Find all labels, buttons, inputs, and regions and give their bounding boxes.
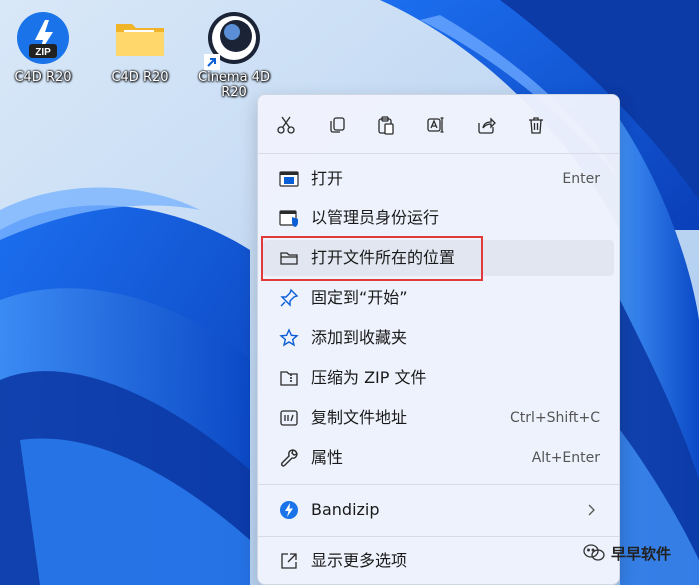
desktop-icon-c4d-folder[interactable]: C4D R20 [100, 10, 180, 85]
menu-item-label: 打开 [311, 169, 344, 188]
menu-item-copy-as-path[interactable]: 复制文件地址 Ctrl+Shift+C [263, 400, 614, 436]
context-menu: 打开 Enter 以管理员身份运行 打开文件所在的位置 固定到“开始” 添加到收… [257, 94, 620, 585]
zip-archive-icon: ZIP [15, 10, 71, 66]
desktop-icon-c4d-zip[interactable]: ZIP C4D R20 [3, 10, 83, 85]
menu-item-label: Bandizip [311, 500, 380, 519]
menu-item-pin-to-start[interactable]: 固定到“开始” [263, 280, 614, 316]
menu-item-shortcut: Ctrl+Shift+C [510, 410, 600, 426]
wrench-icon [280, 449, 298, 467]
star-icon [279, 328, 299, 347]
paste-icon [378, 116, 394, 135]
rename-button[interactable] [420, 109, 452, 141]
desktop-icon-cinema4d[interactable]: Cinema 4D R20 [194, 10, 274, 100]
menu-item-label: 复制文件地址 [311, 408, 408, 427]
share-button[interactable] [470, 109, 502, 141]
paste-button[interactable] [370, 109, 402, 141]
share-icon [478, 117, 496, 134]
cut-button[interactable] [270, 109, 302, 141]
more-options-icon [281, 553, 297, 569]
chevron-right-icon [588, 504, 595, 516]
menu-item-open[interactable]: 打开 Enter [263, 161, 614, 197]
menu-separator [258, 536, 619, 537]
copy-icon [330, 117, 345, 133]
menu-item-label: 添加到收藏夹 [311, 328, 408, 347]
menu-item-add-to-favorites[interactable]: 添加到收藏夹 [263, 320, 614, 356]
desktop-icon-label: C4D R20 [111, 70, 169, 85]
rename-icon [427, 117, 444, 133]
zip-icon [280, 371, 298, 386]
highlight-annotation-box [261, 236, 483, 281]
trash-icon [529, 117, 543, 134]
watermark-text: 早早软件 [611, 544, 672, 563]
menu-item-label: 压缩为 ZIP 文件 [311, 368, 427, 387]
menu-separator [258, 484, 619, 485]
menu-item-bandizip[interactable]: Bandizip [263, 492, 614, 528]
desktop-icon-label: C4D R20 [14, 70, 72, 85]
cut-icon [277, 116, 295, 134]
wechat-icon [583, 544, 605, 561]
shortcut-arrow-icon [204, 54, 220, 70]
svg-text:ZIP: ZIP [35, 47, 51, 58]
folder-icon [112, 10, 168, 66]
pin-icon [280, 288, 299, 307]
menu-item-label: 固定到“开始” [311, 288, 408, 307]
menu-item-label: 以管理员身份运行 [311, 208, 440, 227]
menu-item-shortcut: Alt+Enter [531, 450, 600, 466]
menu-item-show-more-options[interactable]: 显示更多选项 [263, 543, 614, 579]
cinema4d-icon [204, 10, 262, 70]
delete-button[interactable] [520, 109, 552, 141]
open-app-icon [279, 171, 299, 187]
menu-item-properties[interactable]: 属性 Alt+Enter [263, 440, 614, 476]
copy-path-icon [280, 410, 298, 426]
menu-item-label: 显示更多选项 [311, 551, 408, 570]
menu-item-shortcut: Enter [562, 171, 600, 187]
shield-icon [279, 210, 298, 227]
menu-item-compress-zip[interactable]: 压缩为 ZIP 文件 [263, 360, 614, 396]
menu-separator [258, 153, 619, 154]
bandizip-icon [280, 501, 298, 519]
wechat-watermark: 早早软件 [583, 540, 671, 566]
copy-button[interactable] [321, 109, 353, 141]
menu-item-run-as-admin[interactable]: 以管理员身份运行 [263, 200, 614, 236]
context-menu-toolbar [258, 95, 619, 155]
menu-item-label: 属性 [311, 448, 344, 467]
